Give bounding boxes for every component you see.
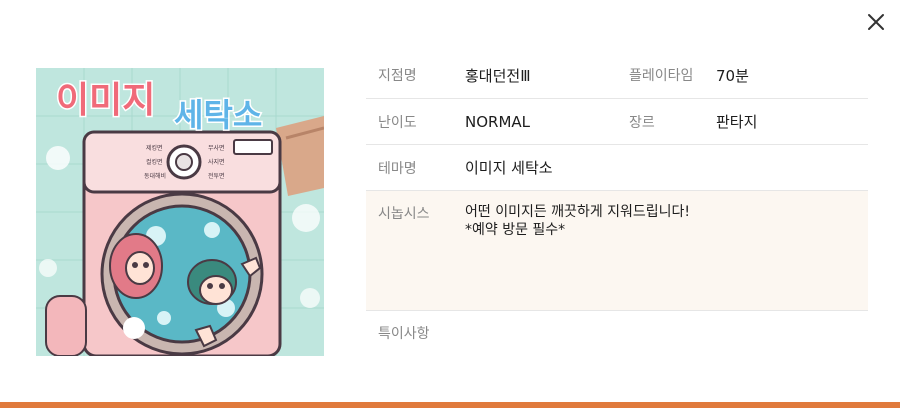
synopsis-label: 시놉시스	[378, 206, 430, 222]
accent-bar	[0, 402, 900, 408]
poster-knob-label: 전투면	[208, 172, 225, 180]
theme-poster-image: 제킹면 무사면 컬킹면 사지면 동대해비 전투면 이미지 세탁소	[36, 68, 324, 356]
notes-label: 특이사항	[378, 326, 430, 342]
synopsis-line: *예약 방문 필수*	[465, 222, 566, 238]
poster-knob-label: 동대해비	[144, 172, 166, 180]
poster-knob-label: 사지면	[208, 158, 225, 166]
poster-knob-label: 무사면	[208, 144, 225, 152]
synopsis-text: 어떤 이미지든 깨끗하게 지워드립니다! *예약 방문 필수*	[465, 203, 690, 239]
info-row-theme: 테마명 이미지 세탁소	[366, 145, 868, 191]
difficulty-label: 난이도	[378, 114, 417, 131]
branch-label: 지점명	[378, 68, 417, 84]
branch-value: 홍대던전Ⅲ	[465, 66, 531, 85]
poster-knob-label: 컬킹면	[146, 158, 163, 166]
poster-title-word1: 이미지	[56, 80, 155, 121]
poster-title-word2: 세탁소	[174, 96, 262, 134]
info-row-synopsis: 시놉시스 어떤 이미지든 깨끗하게 지워드립니다! *예약 방문 필수*	[366, 191, 868, 311]
theme-value: 이미지 세탁소	[465, 159, 553, 177]
poster-knob-label: 제킹면	[146, 144, 163, 152]
genre-value: 판타지	[716, 113, 758, 131]
close-icon[interactable]	[864, 10, 888, 34]
playtime-label: 플레이타임	[629, 68, 694, 84]
genre-label: 장르	[629, 114, 655, 131]
synopsis-line: 어떤 이미지든 깨끗하게 지워드립니다!	[465, 204, 691, 220]
difficulty-value: NORMAL	[465, 112, 531, 131]
theme-info-table: 지점명 홍대던전Ⅲ 플레이타임 70분 난이도 NORMAL 장르 판타지 테마…	[366, 52, 868, 355]
playtime-value: 70분	[716, 66, 749, 85]
info-row-notes: 특이사항	[366, 311, 868, 355]
theme-label: 테마명	[378, 160, 417, 177]
info-row-difficulty: 난이도 NORMAL 장르 판타지	[366, 99, 868, 145]
theme-detail-modal: 제킹면 무사면 컬킹면 사지면 동대해비 전투면 이미지 세탁소 지점명 홍대던…	[0, 0, 900, 408]
info-row-branch: 지점명 홍대던전Ⅲ 플레이타임 70분	[366, 52, 868, 99]
